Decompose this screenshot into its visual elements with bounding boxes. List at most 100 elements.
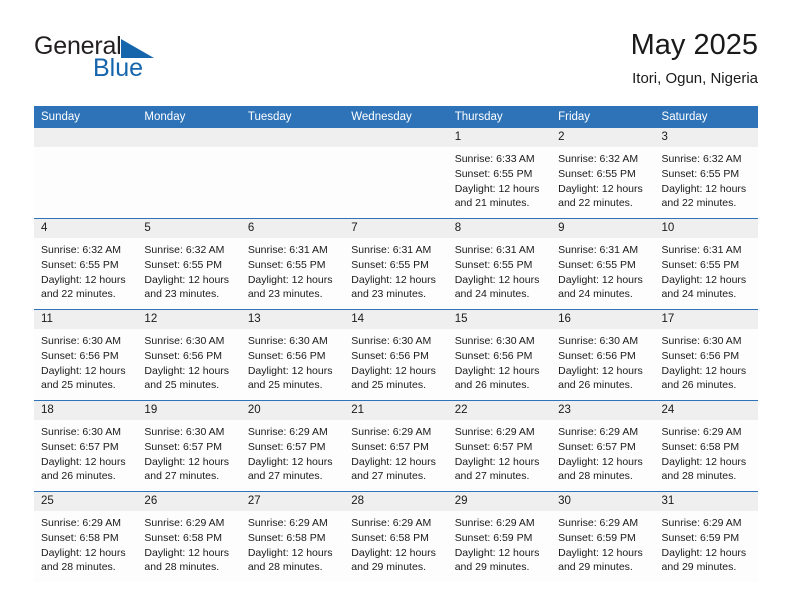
sunrise-text: Sunrise: 6:30 AM: [41, 335, 121, 348]
day-details: Sunrise: 6:30 AM Sunset: 6:56 PM Daylight:…: [241, 329, 344, 393]
daylight-text-line2: and 25 minutes.: [351, 379, 426, 392]
day-number: [137, 128, 241, 148]
calendar-table: Sunday Monday Tuesday Wednesday Thursday Frid…: [34, 106, 758, 583]
calendar-day-cell[interactable]: 21 Sunrise: 6:29 AM Sunset: 6:57 PM Dayligh…: [344, 400, 448, 493]
day-number: 6: [240, 219, 345, 239]
sunset-text: Sunset: 6:59 PM: [661, 532, 740, 545]
calendar-day-cell[interactable]: 25 Sunrise: 6:29 AM Sunset: 6:58 PM Dayligh…: [34, 491, 138, 583]
sunset-text: Sunset: 6:56 PM: [144, 350, 223, 363]
calendar-day-cell[interactable]: 22 Sunrise: 6:29 AM Sunset: 6:57 PM Dayligh…: [447, 400, 552, 493]
sunrise-text: Sunrise: 6:29 AM: [351, 517, 432, 530]
day-details: Sunrise: 6:30 AM Sunset: 6:57 PM Daylight:…: [137, 420, 240, 484]
daylight-text-line1: Daylight: 12 hours: [558, 455, 643, 468]
weekday-header-saturday: Saturday: [654, 106, 758, 129]
daylight-text-line1: Daylight: 12 hours: [351, 364, 436, 377]
calendar-day-cell[interactable]: 14 Sunrise: 6:30 AM Sunset: 6:56 PM Dayligh…: [344, 309, 448, 402]
day-number: 26: [137, 492, 241, 512]
calendar-day-cell[interactable]: 20 Sunrise: 6:29 AM Sunset: 6:57 PM Dayligh…: [240, 400, 345, 493]
weekday-header-friday: Friday: [551, 106, 655, 129]
calendar-day-cell[interactable]: 29 Sunrise: 6:29 AM Sunset: 6:59 PM Dayligh…: [447, 491, 552, 583]
calendar-day-cell[interactable]: 5 Sunrise: 6:32 AM Sunset: 6:55 PM Daylight…: [137, 218, 241, 311]
sunrise-text: Sunrise: 6:31 AM: [247, 244, 328, 257]
calendar-day-cell[interactable]: 11 Sunrise: 6:30 AM Sunset: 6:56 PM Dayligh…: [34, 309, 138, 402]
day-cell-inner: 1 Sunrise: 6:33 AM Sunset: 6:55 PM Daylight…: [447, 128, 552, 218]
day-cell-inner: 27 Sunrise: 6:29 AM Sunset: 6:58 PM Dayligh…: [240, 492, 345, 582]
calendar-day-cell[interactable]: 3 Sunrise: 6:32 AM Sunset: 6:55 PM Daylight…: [654, 128, 758, 220]
calendar-day-cell[interactable]: 18 Sunrise: 6:30 AM Sunset: 6:57 PM Dayligh…: [34, 400, 138, 493]
day-number: 1: [447, 128, 552, 148]
sunrise-text: Sunrise: 6:30 AM: [247, 335, 328, 348]
day-number: 27: [240, 492, 345, 512]
day-details: Sunrise: 6:30 AM Sunset: 6:56 PM Daylight:…: [551, 329, 654, 393]
day-cell-inner: 14 Sunrise: 6:30 AM Sunset: 6:56 PM Dayligh…: [344, 310, 448, 400]
daylight-text-line2: and 21 minutes.: [454, 197, 530, 210]
daylight-text-line2: and 29 minutes.: [558, 561, 633, 574]
sunset-text: Sunset: 6:56 PM: [41, 350, 119, 363]
day-details: Sunrise: 6:32 AM Sunset: 6:55 PM Daylight:…: [655, 147, 758, 211]
calendar-day-cell[interactable]: 30 Sunrise: 6:29 AM Sunset: 6:59 PM Dayligh…: [551, 491, 655, 583]
daylight-text-line2: and 25 minutes.: [41, 379, 116, 392]
sunrise-text: Sunrise: 6:31 AM: [454, 244, 535, 257]
day-details: Sunrise: 6:29 AM Sunset: 6:59 PM Daylight:…: [448, 511, 551, 575]
day-details: Sunrise: 6:31 AM Sunset: 6:55 PM Daylight:…: [551, 238, 654, 302]
daylight-text-line2: and 23 minutes.: [351, 288, 426, 301]
calendar-day-cell[interactable]: 19 Sunrise: 6:30 AM Sunset: 6:57 PM Dayligh…: [137, 400, 241, 493]
calendar-day-cell[interactable]: 7 Sunrise: 6:31 AM Sunset: 6:55 PM Daylight…: [344, 218, 448, 311]
day-number: 17: [654, 310, 758, 330]
sunrise-text: Sunrise: 6:29 AM: [41, 517, 121, 530]
daylight-text-line2: and 28 minutes.: [41, 561, 116, 574]
day-cell-inner: 23 Sunrise: 6:29 AM Sunset: 6:57 PM Dayligh…: [551, 401, 655, 491]
sunset-text: Sunset: 6:55 PM: [41, 259, 119, 272]
calendar-day-cell[interactable]: 24 Sunrise: 6:29 AM Sunset: 6:58 PM Dayligh…: [654, 400, 758, 493]
calendar-day-cell[interactable]: 26 Sunrise: 6:29 AM Sunset: 6:58 PM Dayligh…: [137, 491, 241, 583]
calendar-day-cell[interactable]: 1 Sunrise: 6:33 AM Sunset: 6:55 PM Daylight…: [447, 128, 552, 220]
sunrise-text: Sunrise: 6:31 AM: [351, 244, 432, 257]
day-number: 14: [344, 310, 448, 330]
day-number: 15: [447, 310, 552, 330]
brand-name-blue: Blue: [93, 54, 144, 82]
calendar-day-cell[interactable]: 8 Sunrise: 6:31 AM Sunset: 6:55 PM Daylight…: [447, 218, 552, 311]
day-details: Sunrise: 6:29 AM Sunset: 6:58 PM Daylight:…: [344, 511, 447, 575]
calendar-day-cell[interactable]: 23 Sunrise: 6:29 AM Sunset: 6:57 PM Dayligh…: [551, 400, 655, 493]
calendar-day-cell[interactable]: 2 Sunrise: 6:32 AM Sunset: 6:55 PM Daylight…: [551, 128, 655, 220]
daylight-text-line2: and 24 minutes.: [454, 288, 530, 301]
calendar-day-cell[interactable]: 31 Sunrise: 6:29 AM Sunset: 6:59 PM Dayligh…: [654, 491, 758, 583]
sunset-text: Sunset: 6:56 PM: [351, 350, 429, 363]
calendar-day-cell[interactable]: 6 Sunrise: 6:31 AM Sunset: 6:55 PM Daylight…: [240, 218, 345, 311]
daylight-text-line1: Daylight: 12 hours: [41, 273, 126, 286]
calendar-day-cell-empty: [137, 128, 241, 220]
calendar-day-cell[interactable]: 13 Sunrise: 6:30 AM Sunset: 6:56 PM Dayligh…: [240, 309, 345, 402]
sunset-text: Sunset: 6:58 PM: [661, 441, 740, 454]
daylight-text-line1: Daylight: 12 hours: [144, 455, 230, 468]
daylight-text-line2: and 24 minutes.: [661, 288, 737, 301]
calendar-day-cell[interactable]: 28 Sunrise: 6:29 AM Sunset: 6:58 PM Dayligh…: [344, 491, 448, 583]
daylight-text-line1: Daylight: 12 hours: [558, 546, 643, 559]
daylight-text-line2: and 22 minutes.: [661, 197, 737, 210]
day-number: 9: [551, 219, 655, 239]
day-cell-inner: 3 Sunrise: 6:32 AM Sunset: 6:55 PM Daylight…: [654, 128, 758, 218]
daylight-text-line2: and 27 minutes.: [247, 470, 323, 483]
day-cell-inner: 16 Sunrise: 6:30 AM Sunset: 6:56 PM Dayligh…: [551, 310, 655, 400]
sunset-text: Sunset: 6:57 PM: [351, 441, 429, 454]
day-number: 24: [654, 401, 758, 421]
calendar-day-cell[interactable]: 27 Sunrise: 6:29 AM Sunset: 6:58 PM Dayligh…: [240, 491, 345, 583]
day-number: [344, 128, 448, 148]
sunset-text: Sunset: 6:55 PM: [351, 259, 429, 272]
calendar-day-cell[interactable]: 4 Sunrise: 6:32 AM Sunset: 6:55 PM Daylight…: [34, 218, 138, 311]
calendar-day-cell[interactable]: 15 Sunrise: 6:30 AM Sunset: 6:56 PM Dayligh…: [447, 309, 552, 402]
calendar-day-cell[interactable]: 16 Sunrise: 6:30 AM Sunset: 6:56 PM Dayligh…: [551, 309, 655, 402]
day-cell-inner: 7 Sunrise: 6:31 AM Sunset: 6:55 PM Daylight…: [344, 219, 448, 309]
daylight-text-line2: and 28 minutes.: [661, 470, 737, 483]
brand-logo[interactable]: General Blue: [34, 30, 154, 81]
day-cell-inner: 13 Sunrise: 6:30 AM Sunset: 6:56 PM Dayligh…: [240, 310, 345, 400]
calendar-header-row: Sunday Monday Tuesday Wednesday Thursday Frid…: [34, 106, 758, 129]
day-details: Sunrise: 6:31 AM Sunset: 6:55 PM Daylight:…: [655, 238, 758, 302]
weekday-header-thursday: Thursday: [447, 106, 552, 129]
calendar-day-cell[interactable]: 17 Sunrise: 6:30 AM Sunset: 6:56 PM Dayligh…: [654, 309, 758, 402]
daylight-text-line1: Daylight: 12 hours: [454, 273, 540, 286]
calendar-day-cell[interactable]: 10 Sunrise: 6:31 AM Sunset: 6:55 PM Dayligh…: [654, 218, 758, 311]
calendar-day-cell[interactable]: 12 Sunrise: 6:30 AM Sunset: 6:56 PM Dayligh…: [137, 309, 241, 402]
calendar-day-cell[interactable]: 9 Sunrise: 6:31 AM Sunset: 6:55 PM Daylight…: [551, 218, 655, 311]
daylight-text-line2: and 28 minutes.: [558, 470, 633, 483]
daylight-text-line1: Daylight: 12 hours: [661, 182, 747, 195]
